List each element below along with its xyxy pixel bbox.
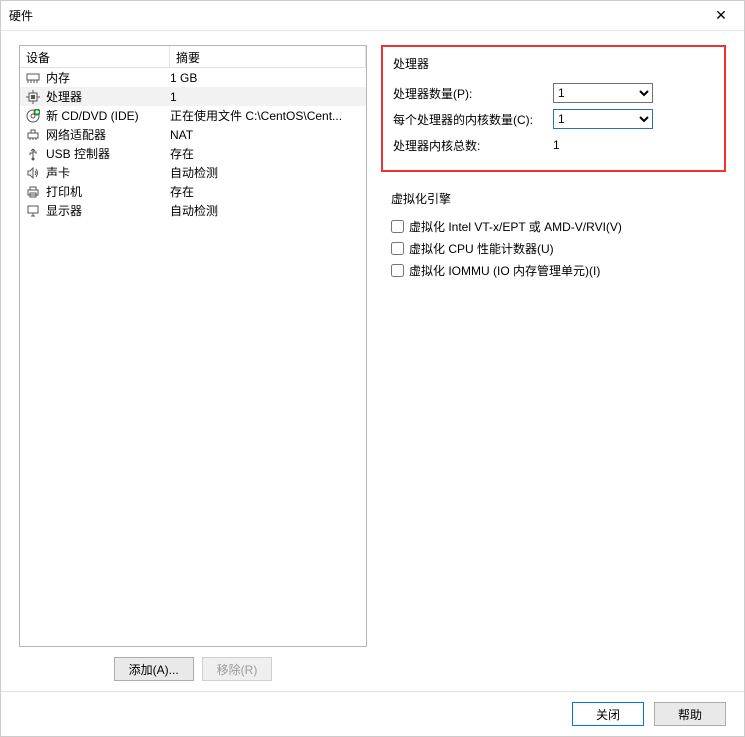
counters-row: 虚拟化 CPU 性能计数器(U) bbox=[391, 237, 716, 259]
device-name: 声卡 bbox=[46, 164, 170, 181]
iommu-label: 虚拟化 IOMMU (IO 内存管理单元)(I) bbox=[409, 262, 600, 279]
device-summary: 存在 bbox=[170, 183, 366, 200]
list-item[interactable]: USB 控制器存在 bbox=[20, 144, 366, 163]
virtualization-group: 虚拟化引擎 虚拟化 Intel VT-x/EPT 或 AMD-V/RVI(V) … bbox=[381, 182, 726, 293]
display-icon bbox=[24, 203, 42, 219]
list-item[interactable]: 内存1 GB bbox=[20, 68, 366, 87]
processor-count-value: 1 bbox=[553, 83, 714, 103]
iommu-row: 虚拟化 IOMMU (IO 内存管理单元)(I) bbox=[391, 259, 716, 281]
device-summary: 1 bbox=[170, 90, 366, 104]
total-value: 1 bbox=[553, 138, 714, 152]
device-summary: 正在使用文件 C:\CentOS\Cent... bbox=[170, 107, 366, 124]
list-item[interactable]: 声卡自动检测 bbox=[20, 163, 366, 182]
device-name: 打印机 bbox=[46, 183, 170, 200]
dialog-footer: 关闭 帮助 bbox=[1, 691, 744, 736]
add-button[interactable]: 添加(A)... bbox=[114, 657, 194, 681]
device-list: 设备 摘要 内存1 GB处理器1新 CD/DVD (IDE)正在使用文件 C:\… bbox=[19, 45, 367, 647]
help-button[interactable]: 帮助 bbox=[654, 702, 726, 726]
device-summary: NAT bbox=[170, 128, 366, 142]
cpu-icon bbox=[24, 89, 42, 105]
processor-count-select[interactable]: 1 bbox=[553, 83, 653, 103]
device-name: 新 CD/DVD (IDE) bbox=[46, 107, 170, 124]
dialog-body: 设备 摘要 内存1 GB处理器1新 CD/DVD (IDE)正在使用文件 C:\… bbox=[1, 31, 744, 691]
virtualization-title: 虚拟化引擎 bbox=[391, 190, 716, 207]
cores-row: 每个处理器的内核数量(C): 1 bbox=[393, 106, 714, 132]
cores-select[interactable]: 1 bbox=[553, 109, 653, 129]
total-row: 处理器内核总数: 1 bbox=[393, 132, 714, 158]
device-name: 网络适配器 bbox=[46, 126, 170, 143]
cores-value: 1 bbox=[553, 109, 714, 129]
list-header: 设备 摘要 bbox=[20, 46, 366, 68]
sound-icon bbox=[24, 165, 42, 181]
right-column: 处理器 处理器数量(P): 1 每个处理器的内核数量(C): 1 bbox=[381, 45, 726, 681]
titlebar: 硬件 ✕ bbox=[1, 1, 744, 31]
device-name: 处理器 bbox=[46, 88, 170, 105]
processor-title: 处理器 bbox=[393, 55, 714, 72]
printer-icon bbox=[24, 184, 42, 200]
total-label: 处理器内核总数: bbox=[393, 137, 553, 154]
dialog-title: 硬件 bbox=[9, 7, 706, 24]
close-button[interactable]: 关闭 bbox=[572, 702, 644, 726]
device-summary: 1 GB bbox=[170, 71, 366, 85]
remove-button[interactable]: 移除(R) bbox=[202, 657, 273, 681]
list-item[interactable]: 显示器自动检测 bbox=[20, 201, 366, 220]
cd-icon bbox=[24, 108, 42, 124]
memory-icon bbox=[24, 70, 42, 86]
usb-icon bbox=[24, 146, 42, 162]
processor-count-label: 处理器数量(P): bbox=[393, 85, 553, 102]
device-name: USB 控制器 bbox=[46, 145, 170, 162]
list-item[interactable]: 网络适配器NAT bbox=[20, 125, 366, 144]
hardware-dialog: 硬件 ✕ 设备 摘要 内存1 GB处理器1新 CD/DVD (IDE)正在使用文… bbox=[0, 0, 745, 737]
vt-row: 虚拟化 Intel VT-x/EPT 或 AMD-V/RVI(V) bbox=[391, 215, 716, 237]
device-summary: 存在 bbox=[170, 145, 366, 162]
close-icon[interactable]: ✕ bbox=[706, 4, 736, 28]
vt-checkbox[interactable] bbox=[391, 220, 404, 233]
list-item[interactable]: 新 CD/DVD (IDE)正在使用文件 C:\CentOS\Cent... bbox=[20, 106, 366, 125]
cores-label: 每个处理器的内核数量(C): bbox=[393, 111, 553, 128]
list-item[interactable]: 处理器1 bbox=[20, 87, 366, 106]
vt-label: 虚拟化 Intel VT-x/EPT 或 AMD-V/RVI(V) bbox=[409, 218, 622, 235]
header-summary[interactable]: 摘要 bbox=[170, 46, 366, 67]
counters-checkbox[interactable] bbox=[391, 242, 404, 255]
counters-label: 虚拟化 CPU 性能计数器(U) bbox=[409, 240, 554, 257]
device-name: 显示器 bbox=[46, 202, 170, 219]
device-name: 内存 bbox=[46, 69, 170, 86]
iommu-checkbox[interactable] bbox=[391, 264, 404, 277]
device-summary: 自动检测 bbox=[170, 202, 366, 219]
list-item[interactable]: 打印机存在 bbox=[20, 182, 366, 201]
list-buttons: 添加(A)... 移除(R) bbox=[19, 647, 367, 681]
processor-count-row: 处理器数量(P): 1 bbox=[393, 80, 714, 106]
device-summary: 自动检测 bbox=[170, 164, 366, 181]
list-rows: 内存1 GB处理器1新 CD/DVD (IDE)正在使用文件 C:\CentOS… bbox=[20, 68, 366, 220]
header-device[interactable]: 设备 bbox=[20, 46, 170, 67]
network-icon bbox=[24, 127, 42, 143]
left-column: 设备 摘要 内存1 GB处理器1新 CD/DVD (IDE)正在使用文件 C:\… bbox=[19, 45, 367, 681]
processor-group: 处理器 处理器数量(P): 1 每个处理器的内核数量(C): 1 bbox=[381, 45, 726, 172]
